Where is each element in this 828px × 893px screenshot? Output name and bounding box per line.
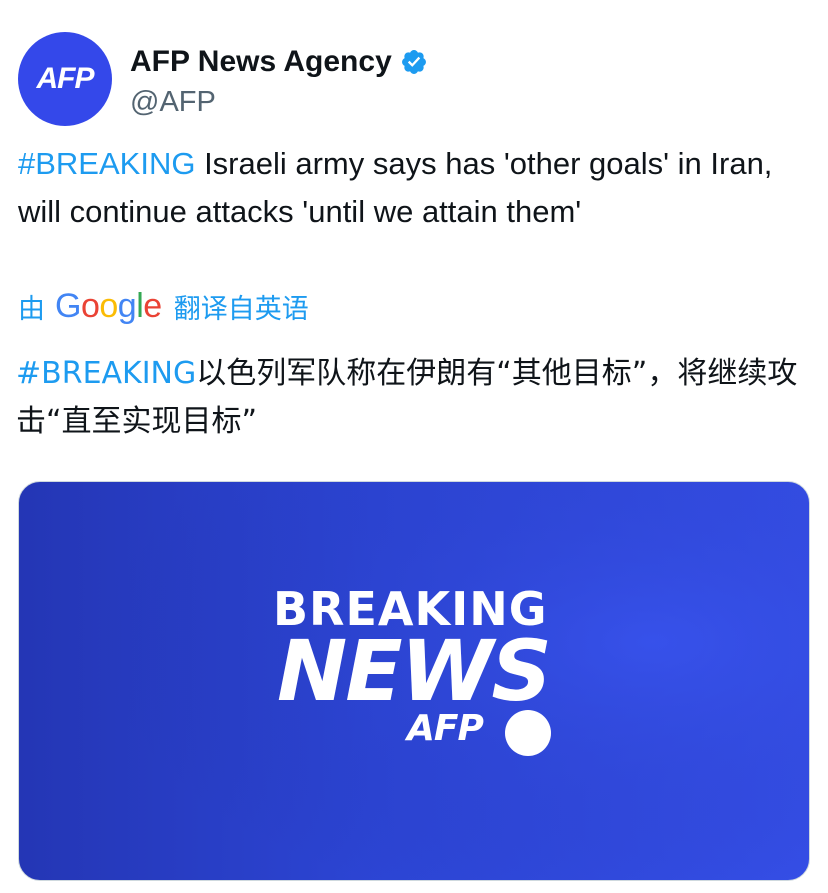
translate-suffix-label: 翻译自英语 (173, 293, 309, 324)
media-afp-logo-text: AFP (407, 708, 484, 749)
tweet-media-image[interactable]: BREAKING NEWS AFP (18, 481, 810, 881)
avatar[interactable]: AFP (18, 32, 112, 126)
tweet-text: #BREAKING Israeli army says has 'other g… (18, 140, 813, 236)
translated-tweet-text: #BREAKING以色列军队称在伊朗有“其他目标”，将继续攻击“直至实现目标” (16, 350, 816, 446)
hashtag-link[interactable]: #BREAKING (18, 146, 195, 181)
author-name-row: AFP News Agency (130, 42, 428, 82)
translate-attribution[interactable]: 由 Google 翻译自英语 (18, 284, 309, 328)
author-handle[interactable]: @AFP (130, 84, 216, 120)
translate-by-label: 由 (18, 293, 45, 324)
translated-hashtag-link[interactable]: #BREAKING (16, 356, 196, 391)
google-logo-icon: Google (55, 287, 162, 325)
media-news-text: NEWS (277, 622, 552, 720)
author-display-name[interactable]: AFP News Agency (130, 42, 392, 82)
tweet-header: AFP AFP News Agency @AFP (18, 32, 808, 128)
avatar-logo-text: AFP (36, 62, 95, 95)
afp-logo-dot-icon (505, 710, 551, 756)
verified-badge-icon (401, 50, 426, 74)
